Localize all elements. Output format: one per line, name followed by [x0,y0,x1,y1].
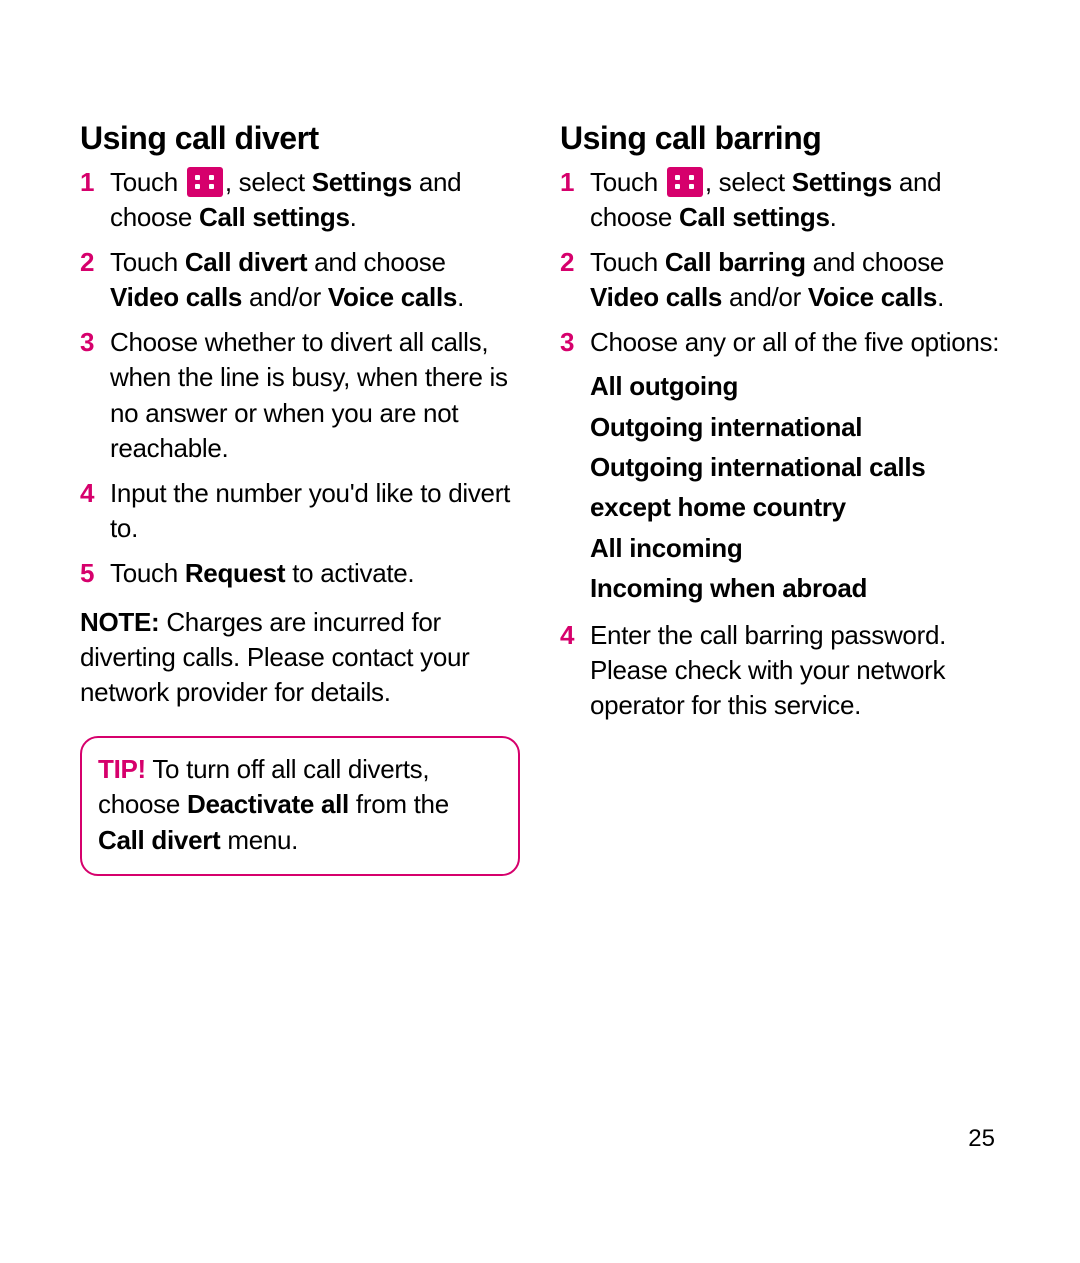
step-text: Touch Request to activate. [110,558,414,588]
steps-call-divert: 1 Touch , select Settings and choose Cal… [80,165,520,591]
step-text: Input the number you'd like to divert to… [110,478,510,543]
step-text: Touch , select Settings and choose Call … [110,167,461,232]
step-5: 5 Touch Request to activate. [80,556,520,591]
step-2: 2 Touch Call barring and choose Video ca… [560,245,1000,315]
step-4: 4 Input the number you'd like to divert … [80,476,520,546]
page-number: 25 [968,1125,995,1153]
bold-call-settings: Call settings [679,202,830,232]
steps-call-barring: 1 Touch , select Settings and choose Cal… [560,165,1000,724]
text: Touch [110,558,185,588]
text: and choose [307,247,445,277]
text: menu. [220,825,298,855]
step-3: 3 Choose any or all of the five options:… [560,325,1000,608]
note-block: NOTE: Charges are incurred for diverting… [80,605,520,710]
step-number: 4 [80,476,94,511]
text: Touch [110,247,185,277]
step-text: Touch Call divert and choose Video calls… [110,247,464,312]
step-2: 2 Touch Call divert and choose Video cal… [80,245,520,315]
bold-voice-calls: Voice calls [808,282,937,312]
step-text: Touch Call barring and choose Video call… [590,247,944,312]
bold-settings: Settings [312,167,412,197]
step-number: 1 [80,165,94,200]
text: Touch [590,247,665,277]
barring-options: All outgoing Outgoing international Outg… [590,366,1000,608]
bold-deactivate-all: Deactivate all [187,789,349,819]
step-number: 2 [560,245,574,280]
option-all-incoming: All incoming [590,528,1000,568]
text: Touch [110,167,185,197]
step-3: 3 Choose whether to divert all calls, wh… [80,325,520,465]
step-text: Choose whether to divert all calls, when… [110,327,508,462]
bold-video-calls: Video calls [590,282,722,312]
step-4: 4 Enter the call barring password. Pleas… [560,618,1000,723]
text: and choose [806,247,944,277]
option-outgoing-intl-except-home: Outgoing international calls except home… [590,447,1000,528]
step-number: 1 [560,165,574,200]
text: , select [705,167,792,197]
step-1: 1 Touch , select Settings and choose Cal… [80,165,520,235]
bold-call-divert: Call divert [98,825,220,855]
step-number: 3 [560,325,574,360]
menu-grid-icon [667,167,703,197]
step-text: Touch , select Settings and choose Call … [590,167,941,232]
bold-call-divert: Call divert [185,247,307,277]
manual-page: Using call divert 1 Touch , select Setti… [0,0,1080,1263]
step-text: Enter the call barring password. Please … [590,620,946,720]
text: and/or [242,282,328,312]
text: and/or [722,282,808,312]
text: , select [225,167,312,197]
step-1: 1 Touch , select Settings and choose Cal… [560,165,1000,235]
bold-call-barring: Call barring [665,247,806,277]
step-number: 5 [80,556,94,591]
heading-call-barring: Using call barring [560,120,1000,157]
text: . [830,202,837,232]
bold-request: Request [185,558,285,588]
bold-call-settings: Call settings [199,202,350,232]
option-all-outgoing: All outgoing [590,366,1000,406]
bold-voice-calls: Voice calls [328,282,457,312]
bold-settings: Settings [792,167,892,197]
bold-video-calls: Video calls [110,282,242,312]
text: . [350,202,357,232]
heading-call-divert: Using call divert [80,120,520,157]
step-number: 3 [80,325,94,360]
step-number: 4 [560,618,574,653]
text: Touch [590,167,665,197]
menu-grid-icon [187,167,223,197]
step-text: Choose any or all of the five options: [590,327,999,357]
text: from the [349,789,449,819]
option-incoming-abroad: Incoming when abroad [590,568,1000,608]
two-column-layout: Using call divert 1 Touch , select Setti… [80,120,1000,876]
tip-label: TIP! [98,754,146,784]
step-number: 2 [80,245,94,280]
left-column: Using call divert 1 Touch , select Setti… [80,120,520,876]
text: . [457,282,464,312]
right-column: Using call barring 1 Touch , select Sett… [560,120,1000,876]
tip-box: TIP! To turn off all call diverts, choos… [80,736,520,875]
option-outgoing-international: Outgoing international [590,407,1000,447]
text: to activate. [285,558,414,588]
note-label: NOTE: [80,607,159,637]
text: . [937,282,944,312]
